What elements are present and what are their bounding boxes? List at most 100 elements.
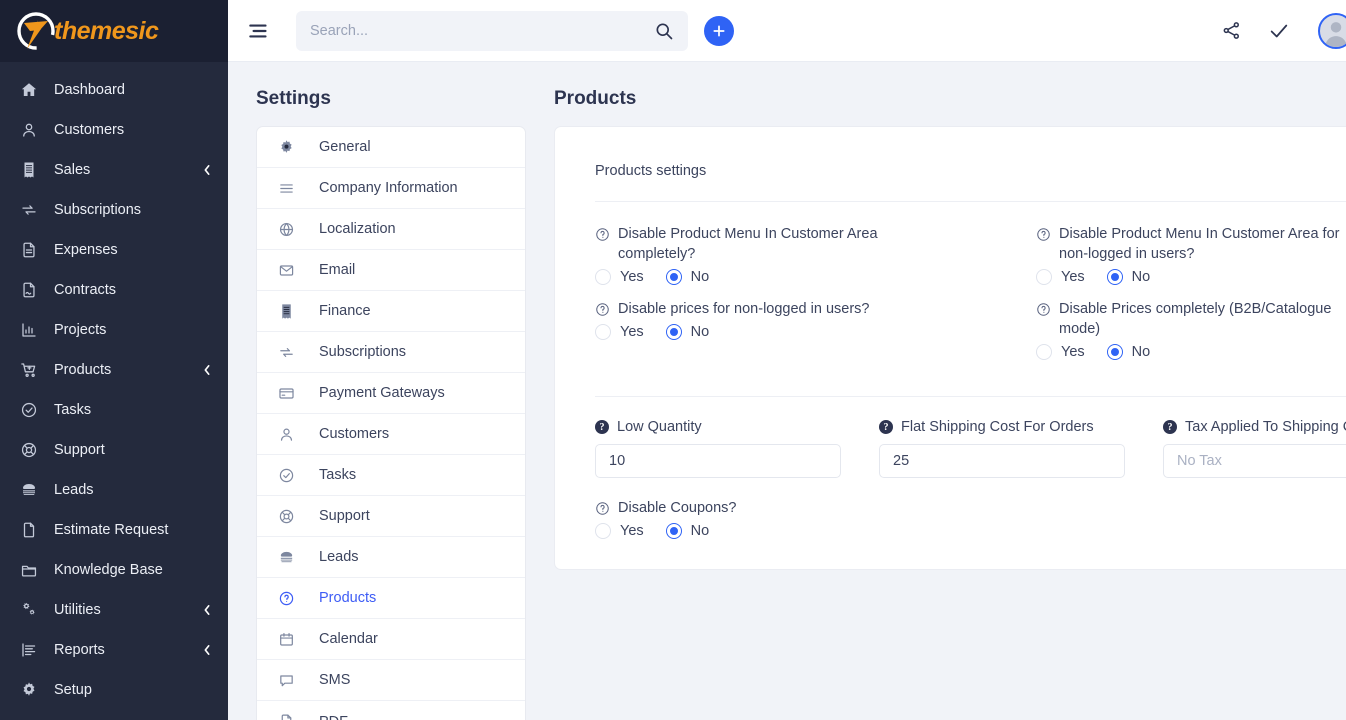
lifebuoy-icon bbox=[18, 439, 40, 461]
chat-bubble-icon bbox=[275, 672, 297, 689]
settings-item-products[interactable]: Products bbox=[257, 578, 525, 619]
sidebar-item-reports[interactable]: Reports bbox=[0, 630, 228, 670]
sidebar-item-label: Expenses bbox=[54, 242, 118, 258]
help-circle-icon[interactable] bbox=[1036, 227, 1051, 242]
chevron-left-icon[interactable] bbox=[202, 643, 212, 657]
chevron-left-icon[interactable] bbox=[202, 363, 212, 377]
sidebar-item-products[interactable]: Products bbox=[0, 350, 228, 390]
help-filled-icon[interactable]: ? bbox=[595, 420, 609, 434]
radio-option-no[interactable]: No bbox=[665, 324, 709, 340]
settings-item-pdf[interactable]: PDF bbox=[257, 701, 525, 720]
cart-plus-icon bbox=[18, 359, 40, 381]
sidebar-item-sales[interactable]: Sales bbox=[0, 150, 228, 190]
sidebar-item-estimate request[interactable]: Estimate Request bbox=[0, 510, 228, 550]
share-icon[interactable] bbox=[1214, 14, 1248, 48]
settings-item-payment gateways[interactable]: Payment Gateways bbox=[257, 373, 525, 414]
check-circle-icon bbox=[275, 467, 297, 484]
sidebar-item-projects[interactable]: Projects bbox=[0, 310, 228, 350]
lines-icon bbox=[275, 180, 297, 197]
coupons-radio-option-no[interactable]: No bbox=[665, 523, 709, 539]
check-icon[interactable] bbox=[1262, 14, 1296, 48]
radio-group: Yes No bbox=[595, 324, 1002, 340]
search-icon[interactable] bbox=[654, 21, 674, 41]
radio-option-no[interactable]: No bbox=[665, 269, 709, 285]
settings-item-company information[interactable]: Company Information bbox=[257, 168, 525, 209]
question-circle-icon bbox=[275, 590, 297, 607]
text-input[interactable] bbox=[879, 444, 1125, 478]
settings-item-tasks[interactable]: Tasks bbox=[257, 455, 525, 496]
radio-no[interactable] bbox=[1106, 269, 1123, 285]
chevron-left-icon[interactable] bbox=[202, 163, 212, 177]
settings-item-email[interactable]: Email bbox=[257, 250, 525, 291]
help-filled-icon[interactable]: ? bbox=[1163, 420, 1177, 434]
radio-yes[interactable] bbox=[595, 269, 611, 285]
avatar[interactable] bbox=[1318, 12, 1346, 49]
radio-option-yes[interactable]: Yes bbox=[595, 324, 644, 340]
radio-option-yes[interactable]: Yes bbox=[1036, 269, 1085, 285]
coupons-radio-yes[interactable] bbox=[595, 523, 611, 539]
help-circle-icon[interactable] bbox=[595, 501, 610, 516]
radio-yes-label: Yes bbox=[620, 324, 644, 340]
settings-item-leads[interactable]: Leads bbox=[257, 537, 525, 578]
settings-item-label: Finance bbox=[319, 303, 371, 319]
sidebar-item-customers[interactable]: Customers bbox=[0, 110, 228, 150]
settings-item-localization[interactable]: Localization bbox=[257, 209, 525, 250]
sidebar-item-label: Knowledge Base bbox=[54, 562, 163, 578]
products-column: Products Products settings Disable Produ… bbox=[554, 88, 1346, 720]
sidebar-item-leads[interactable]: Leads bbox=[0, 470, 228, 510]
telephone-icon bbox=[18, 479, 40, 501]
sidebar-item-label: Utilities bbox=[54, 602, 101, 618]
sidebar-item-label: Projects bbox=[54, 322, 107, 338]
search-box[interactable] bbox=[296, 10, 688, 51]
products-settings-card: Products settings Disable Product Menu I… bbox=[554, 126, 1346, 570]
help-circle-icon[interactable] bbox=[595, 302, 610, 317]
coupons-radio-option-yes[interactable]: Yes bbox=[595, 523, 644, 539]
topbar: 3 bbox=[228, 0, 1346, 62]
radio-no[interactable] bbox=[1106, 344, 1123, 360]
sidebar-item-subscriptions[interactable]: Subscriptions bbox=[0, 190, 228, 230]
tax-select[interactable]: No Tax bbox=[1163, 444, 1346, 478]
sidebar-item-knowledge base[interactable]: Knowledge Base bbox=[0, 550, 228, 590]
settings-list: General Company Information Localization… bbox=[256, 126, 526, 720]
settings-item-general[interactable]: General bbox=[257, 127, 525, 168]
sidebar-item-expenses[interactable]: Expenses bbox=[0, 230, 228, 270]
text-input[interactable] bbox=[595, 444, 841, 478]
sidebar-item-utilities[interactable]: Utilities bbox=[0, 590, 228, 630]
sidebar-item-support[interactable]: Support bbox=[0, 430, 228, 470]
radio-no[interactable] bbox=[665, 324, 682, 340]
search-input[interactable] bbox=[310, 22, 654, 39]
radio-yes[interactable] bbox=[595, 324, 611, 340]
add-new-button[interactable] bbox=[704, 15, 734, 46]
radio-option-no[interactable]: No bbox=[1106, 344, 1150, 360]
credit-card-icon bbox=[275, 385, 297, 402]
help-filled-icon[interactable]: ? bbox=[879, 420, 893, 434]
field-label: Tax Applied To Shipping Costs bbox=[1185, 419, 1346, 435]
page-title: Products bbox=[554, 88, 637, 109]
help-circle-icon[interactable] bbox=[1036, 302, 1051, 317]
coupons-radio-no[interactable] bbox=[665, 523, 682, 539]
globe-icon bbox=[275, 221, 297, 238]
settings-item-subscriptions[interactable]: Subscriptions bbox=[257, 332, 525, 373]
sidebar-item-tasks[interactable]: Tasks bbox=[0, 390, 228, 430]
hamburger-icon[interactable] bbox=[246, 18, 272, 44]
settings-item-support[interactable]: Support bbox=[257, 496, 525, 537]
radio-option-no[interactable]: No bbox=[1106, 269, 1150, 285]
help-circle-icon[interactable] bbox=[595, 227, 610, 242]
radio-no[interactable] bbox=[665, 269, 682, 285]
sidebar-item-dashboard[interactable]: Dashboard bbox=[0, 70, 228, 110]
settings-item-sms[interactable]: SMS bbox=[257, 660, 525, 701]
sidebar-item-setup[interactable]: Setup bbox=[0, 670, 228, 710]
brand-logo[interactable]: themesic bbox=[0, 0, 228, 62]
radio-option-yes[interactable]: Yes bbox=[1036, 344, 1085, 360]
settings-item-label: Company Information bbox=[319, 180, 458, 196]
radio-yes[interactable] bbox=[1036, 344, 1052, 360]
settings-item-calendar[interactable]: Calendar bbox=[257, 619, 525, 660]
chevron-left-icon[interactable] bbox=[202, 603, 212, 617]
radio-option-yes[interactable]: Yes bbox=[595, 269, 644, 285]
question-block: Disable Product Menu In Customer Area co… bbox=[595, 224, 1002, 285]
field-label: Low Quantity bbox=[617, 419, 702, 435]
radio-yes[interactable] bbox=[1036, 269, 1052, 285]
settings-item-finance[interactable]: Finance bbox=[257, 291, 525, 332]
sidebar-item-contracts[interactable]: Contracts bbox=[0, 270, 228, 310]
settings-item-customers[interactable]: Customers bbox=[257, 414, 525, 455]
